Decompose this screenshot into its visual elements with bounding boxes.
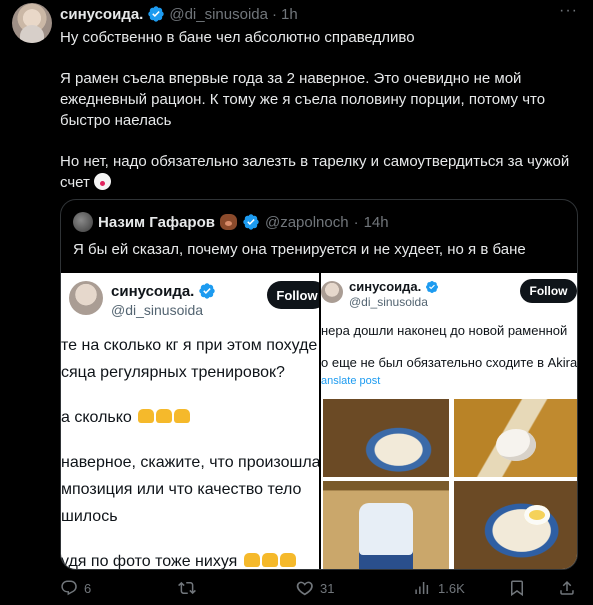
screenshot-line: о еще не был обязательно сходите в Akira: [321, 355, 578, 370]
screenshot-line: мпозиция или что качество тело: [61, 481, 302, 498]
screenshot-line: наверное, скажите, что произошла: [61, 454, 319, 471]
screenshot-line-text: а сколько: [61, 409, 132, 426]
views-chart-icon: [415, 582, 429, 594]
screenshot-author-handle: @di_sinusoida: [349, 295, 428, 309]
screenshot-author-name-text: синусоида.: [349, 279, 422, 294]
screenshot-body-left: те на сколько кг я при этом похуде сяца …: [61, 332, 319, 570]
repost-icon: [178, 581, 196, 595]
screenshot-avatar: [321, 281, 343, 303]
like-count: 31: [320, 580, 335, 596]
share-icon: [560, 580, 574, 595]
media-image-left[interactable]: синусоида. @di_sinusoida Follow те на ск…: [61, 273, 319, 570]
share-button[interactable]: [558, 578, 576, 598]
boar-emoji-icon: [219, 214, 237, 230]
restaurant-figurine-photo: [454, 399, 577, 477]
thumbs-up-emoji-icon: [156, 409, 173, 423]
action-bar: 6 31 1.6K: [60, 578, 580, 598]
more-options-icon[interactable]: ···: [559, 3, 579, 22]
reply-icon: [61, 580, 77, 596]
tweet-paragraph-2: Я рамен съела впервые года за 2 наверное…: [60, 70, 546, 129]
heart-icon: [296, 581, 313, 596]
screenshot-author-name-text: синусоида.: [111, 282, 195, 300]
thumbs-up-emoji-icon: [261, 553, 278, 567]
ramen-bowl-photo: [454, 481, 577, 569]
reply-button[interactable]: 6: [60, 578, 91, 598]
tweet-paragraph-3: Но нет, надо обязательно залезть в тарел…: [60, 151, 580, 193]
screenshot-author-handle: @di_sinusoida: [111, 302, 204, 318]
screenshot-line: те на сколько кг я при этом похуде: [61, 337, 318, 354]
author-name[interactable]: синусоида.: [60, 6, 143, 23]
translate-post-link: anslate post: [321, 375, 381, 387]
verified-badge-icon: [426, 280, 439, 293]
reply-count: 6: [84, 580, 92, 596]
screenshot-line: нера дошли наконец до новой раменной: [321, 323, 568, 338]
quote-separator: ·: [353, 213, 359, 231]
bookmark-icon: [511, 580, 523, 597]
thumbs-up-emoji-icon: [279, 553, 296, 567]
screenshot-line: шилось: [61, 508, 118, 525]
screenshot-line: удя по фото тоже нихуя: [61, 548, 319, 570]
clown-emoji-icon: [92, 173, 114, 190]
verified-badge-icon: [243, 214, 259, 230]
quote-text: Я бы ей сказал, почему она тренируется и…: [73, 241, 526, 258]
thumbs-up-emoji-icon: [174, 409, 191, 423]
screenshot-author-name: синусоида.: [349, 279, 439, 294]
screenshot-line: а сколько: [61, 404, 319, 431]
header-separator: ·: [271, 5, 277, 23]
tweet-body: Ну собственно в бане чел абсолютно справ…: [60, 27, 580, 193]
screenshot-avatar: [69, 281, 103, 315]
quoted-tweet[interactable]: Назим Гафаров @zapolnoch · 14h Я бы ей с…: [60, 199, 578, 570]
views-button[interactable]: 1.6K: [414, 578, 465, 598]
views-count: 1.6K: [438, 580, 465, 596]
quote-timestamp: 14h: [363, 213, 389, 231]
tweet-header: синусоида. @di_sinusoida · 1h: [60, 4, 298, 24]
thumbs-up-emoji-icon: [243, 553, 260, 567]
quote-header: Назим Гафаров @zapolnoch · 14h: [73, 212, 389, 232]
repost-button[interactable]: [178, 578, 202, 598]
drink-bottle-photo: [323, 481, 449, 569]
screenshot-line-text: удя по фото тоже нихуя: [61, 553, 238, 570]
quote-media[interactable]: синусоида. @di_sinusoida Follow те на ск…: [61, 273, 578, 570]
like-button[interactable]: 31: [296, 578, 334, 598]
screenshot-follow-button: Follow: [267, 281, 319, 309]
screenshot-line: сяца регулярных тренировок?: [61, 364, 285, 381]
media-image-right[interactable]: синусоида. @di_sinusoida Follow нера дош…: [321, 273, 578, 569]
thumbs-up-emoji-icon: [138, 409, 155, 423]
quote-author-handle: @zapolnoch: [264, 213, 349, 231]
quote-author-name: Назим Гафаров: [98, 213, 215, 231]
tweet-paragraph-3-text: Но нет, надо обязательно залезть в тарел…: [60, 153, 570, 191]
tweet-timestamp[interactable]: 1h: [281, 6, 298, 23]
author-handle[interactable]: @di_sinusoida: [169, 6, 268, 23]
quote-author-avatar: [73, 212, 93, 232]
author-avatar[interactable]: [12, 3, 52, 43]
screenshot-body-right: нера дошли наконец до новой раменной о е…: [321, 321, 578, 373]
verified-badge-icon: [148, 6, 165, 22]
tweet-line-1: Ну собственно в бане чел абсолютно справ…: [60, 29, 415, 46]
verified-badge-icon: [199, 283, 216, 299]
screenshot-follow-button: Follow: [520, 279, 577, 303]
screenshot-author-name: синусоида.: [111, 282, 216, 300]
ramen-photo: [323, 399, 449, 477]
bookmark-button[interactable]: [508, 578, 526, 598]
